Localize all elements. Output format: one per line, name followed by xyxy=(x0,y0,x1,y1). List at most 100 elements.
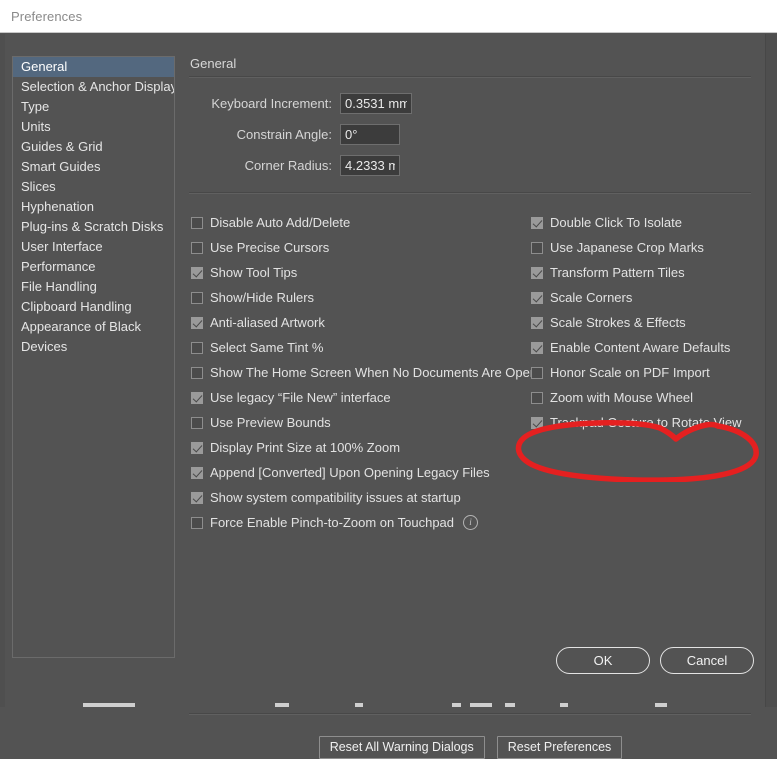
checkbox-label: Trackpad Gesture to Rotate View xyxy=(550,415,742,430)
keyboard-increment-label: Keyboard Increment: xyxy=(211,95,332,111)
checkbox-row-anti-aliased-artwork[interactable]: Anti-aliased Artwork xyxy=(191,310,521,335)
sidebar-item-label: Appearance of Black xyxy=(21,319,141,334)
checkbox-row-honor-scale-on-pdf-import[interactable]: Honor Scale on PDF Import xyxy=(531,360,756,385)
checkbox-row-show-tool-tips[interactable]: Show Tool Tips xyxy=(191,260,521,285)
general-fields: Keyboard Increment: Constrain Angle: Corne… xyxy=(188,92,753,176)
checkbox-honor-scale-on-pdf-import[interactable] xyxy=(531,366,543,379)
taskbar-stub xyxy=(505,703,515,707)
checkbox-force-enable-pinch-to-zoom-on-touchpad[interactable] xyxy=(191,516,203,529)
checkbox-row-use-precise-cursors[interactable]: Use Precise Cursors xyxy=(191,235,521,260)
checkbox-display-print-size-at-100-zoom[interactable] xyxy=(191,441,203,454)
checkbox-label: Honor Scale on PDF Import xyxy=(550,365,710,380)
sidebar-item-label: Smart Guides xyxy=(21,159,101,174)
checkbox-scale-strokes-effects[interactable] xyxy=(531,316,543,329)
checkbox-row-append-converted-upon-opening-legacy-files[interactable]: Append [Converted] Upon Opening Legacy F… xyxy=(191,460,521,485)
checkbox-show-the-home-screen-when-no-documents-are-open[interactable] xyxy=(191,366,203,379)
checkbox-row-use-japanese-crop-marks[interactable]: Use Japanese Crop Marks xyxy=(531,235,756,260)
checkbox-row-trackpad-gesture-to-rotate-view[interactable]: Trackpad Gesture to Rotate View xyxy=(531,410,756,435)
checkbox-show-tool-tips[interactable] xyxy=(191,266,203,279)
window-left-edge xyxy=(0,34,5,707)
checkbox-row-scale-corners[interactable]: Scale Corners xyxy=(531,285,756,310)
sidebar-item-selection-anchor-display[interactable]: Selection & Anchor Display xyxy=(13,77,174,97)
reset-preferences-button[interactable]: Reset Preferences xyxy=(496,736,623,759)
checkbox-row-show-the-home-screen-when-no-documents-are-open[interactable]: Show The Home Screen When No Documents A… xyxy=(191,360,537,385)
taskbar-stub xyxy=(275,703,289,707)
taskbar-strip xyxy=(0,702,777,707)
checkbox-row-enable-content-aware-defaults[interactable]: Enable Content Aware Defaults xyxy=(531,335,756,360)
sidebar-item-label: Type xyxy=(21,99,50,114)
checkbox-enable-content-aware-defaults[interactable] xyxy=(531,341,543,354)
sidebar-item-devices[interactable]: Devices xyxy=(13,337,174,357)
sidebar-item-performance[interactable]: Performance xyxy=(13,257,174,277)
checkbox-zoom-with-mouse-wheel[interactable] xyxy=(531,391,543,404)
preferences-category-list[interactable]: General Selection & Anchor Display Type Uni… xyxy=(12,56,175,658)
checkbox-transform-pattern-tiles[interactable] xyxy=(531,266,543,279)
checkbox-label: Select Same Tint % xyxy=(210,340,324,355)
checkbox-row-zoom-with-mouse-wheel[interactable]: Zoom with Mouse Wheel xyxy=(531,385,756,410)
sidebar-item-label: Guides & Grid xyxy=(21,139,103,154)
corner-radius-input[interactable] xyxy=(340,154,400,176)
sidebar-item-label: Performance xyxy=(21,259,96,274)
sidebar-item-units[interactable]: Units xyxy=(13,117,174,137)
checkbox-row-disable-auto-add-delete[interactable]: Disable Auto Add/Delete xyxy=(191,210,521,235)
sidebar-item-type[interactable]: Type xyxy=(13,97,174,117)
checkbox-use-japanese-crop-marks[interactable] xyxy=(531,241,543,254)
checkbox-row-transform-pattern-tiles[interactable]: Transform Pattern Tiles xyxy=(531,260,756,285)
checkbox-row-show-system-compatibility-issues-at-startup[interactable]: Show system compatibility issues at star… xyxy=(191,485,521,510)
sidebar-item-slices[interactable]: Slices xyxy=(13,177,174,197)
checkbox-append-converted-upon-opening-legacy-files[interactable] xyxy=(191,466,203,479)
sidebar-item-label: Clipboard Handling xyxy=(21,299,132,314)
ok-button[interactable]: OK xyxy=(556,647,650,674)
checkbox-label: Use Precise Cursors xyxy=(210,240,330,255)
checkbox-row-use-legacy-file-new-interface[interactable]: Use legacy “File New” interface xyxy=(191,385,521,410)
sidebar-item-general[interactable]: General xyxy=(13,57,174,77)
checkbox-row-display-print-size-at-100-zoom[interactable]: Display Print Size at 100% Zoom xyxy=(191,435,521,460)
constrain-angle-row: Constrain Angle: xyxy=(188,123,753,145)
checkbox-show-hide-rulers[interactable] xyxy=(191,291,203,304)
sidebar-item-label: Plug-ins & Scratch Disks xyxy=(21,219,164,234)
checkbox-double-click-to-isolate[interactable] xyxy=(531,216,543,229)
checkbox-use-precise-cursors[interactable] xyxy=(191,241,203,254)
checkbox-column-left: Disable Auto Add/Delete Use Precise Curso… xyxy=(191,210,537,535)
sidebar-item-file-handling[interactable]: File Handling xyxy=(13,277,174,297)
sidebar-item-smart-guides[interactable]: Smart Guides xyxy=(13,157,174,177)
checkbox-label: Enable Content Aware Defaults xyxy=(550,340,731,355)
taskbar-stub xyxy=(560,703,568,707)
checkbox-row-force-enable-pinch-to-zoom-on-touchpad[interactable]: Force Enable Pinch-to-Zoom on Touchpad i xyxy=(191,510,521,535)
general-checkbox-grid: Disable Auto Add/Delete Use Precise Curso… xyxy=(188,210,756,759)
checkbox-anti-aliased-artwork[interactable] xyxy=(191,316,203,329)
checkbox-row-select-same-tint[interactable]: Select Same Tint % xyxy=(191,335,521,360)
checkbox-label: Show system compatibility issues at star… xyxy=(210,490,461,505)
sidebar-item-guides-grid[interactable]: Guides & Grid xyxy=(13,137,174,157)
checkbox-show-system-compatibility-issues-at-startup[interactable] xyxy=(191,491,203,504)
checkbox-trackpad-gesture-to-rotate-view[interactable] xyxy=(531,416,543,429)
keyboard-increment-input[interactable] xyxy=(340,92,412,114)
checkbox-row-show-hide-rulers[interactable]: Show/Hide Rulers xyxy=(191,285,521,310)
checkbox-scale-corners[interactable] xyxy=(531,291,543,304)
checkbox-label: Display Print Size at 100% Zoom xyxy=(210,440,401,455)
checkbox-column-right: Double Click To Isolate Use Japanese Crop… xyxy=(531,210,756,435)
sidebar-item-plug-ins-scratch-disks[interactable]: Plug-ins & Scratch Disks xyxy=(13,217,174,237)
dialog-title: Preferences xyxy=(11,9,83,24)
divider-bottom xyxy=(189,713,751,715)
taskbar-stub xyxy=(470,703,492,707)
sidebar-item-appearance-of-black[interactable]: Appearance of Black xyxy=(13,317,174,337)
checkbox-row-double-click-to-isolate[interactable]: Double Click To Isolate xyxy=(531,210,756,235)
info-icon[interactable]: i xyxy=(463,515,479,530)
checkbox-use-preview-bounds[interactable] xyxy=(191,416,203,429)
checkbox-select-same-tint[interactable] xyxy=(191,341,203,354)
sidebar-item-hyphenation[interactable]: Hyphenation xyxy=(13,197,174,217)
taskbar-stub xyxy=(655,703,667,707)
sidebar-item-user-interface[interactable]: User Interface xyxy=(13,237,174,257)
checkbox-row-scale-strokes-effects[interactable]: Scale Strokes & Effects xyxy=(531,310,756,335)
checkbox-disable-auto-add-delete[interactable] xyxy=(191,216,203,229)
corner-radius-row: Corner Radius: xyxy=(188,154,753,176)
checkbox-use-legacy-file-new-interface[interactable] xyxy=(191,391,203,404)
reset-all-warning-dialogs-button[interactable]: Reset All Warning Dialogs xyxy=(318,736,485,759)
constrain-angle-input[interactable] xyxy=(340,123,400,145)
checkbox-row-use-preview-bounds[interactable]: Use Preview Bounds xyxy=(191,410,521,435)
checkbox-label: Show Tool Tips xyxy=(210,265,298,280)
checkbox-label: Show The Home Screen When No Documents A… xyxy=(210,365,538,380)
cancel-button[interactable]: Cancel xyxy=(660,647,754,674)
sidebar-item-clipboard-handling[interactable]: Clipboard Handling xyxy=(13,297,174,317)
